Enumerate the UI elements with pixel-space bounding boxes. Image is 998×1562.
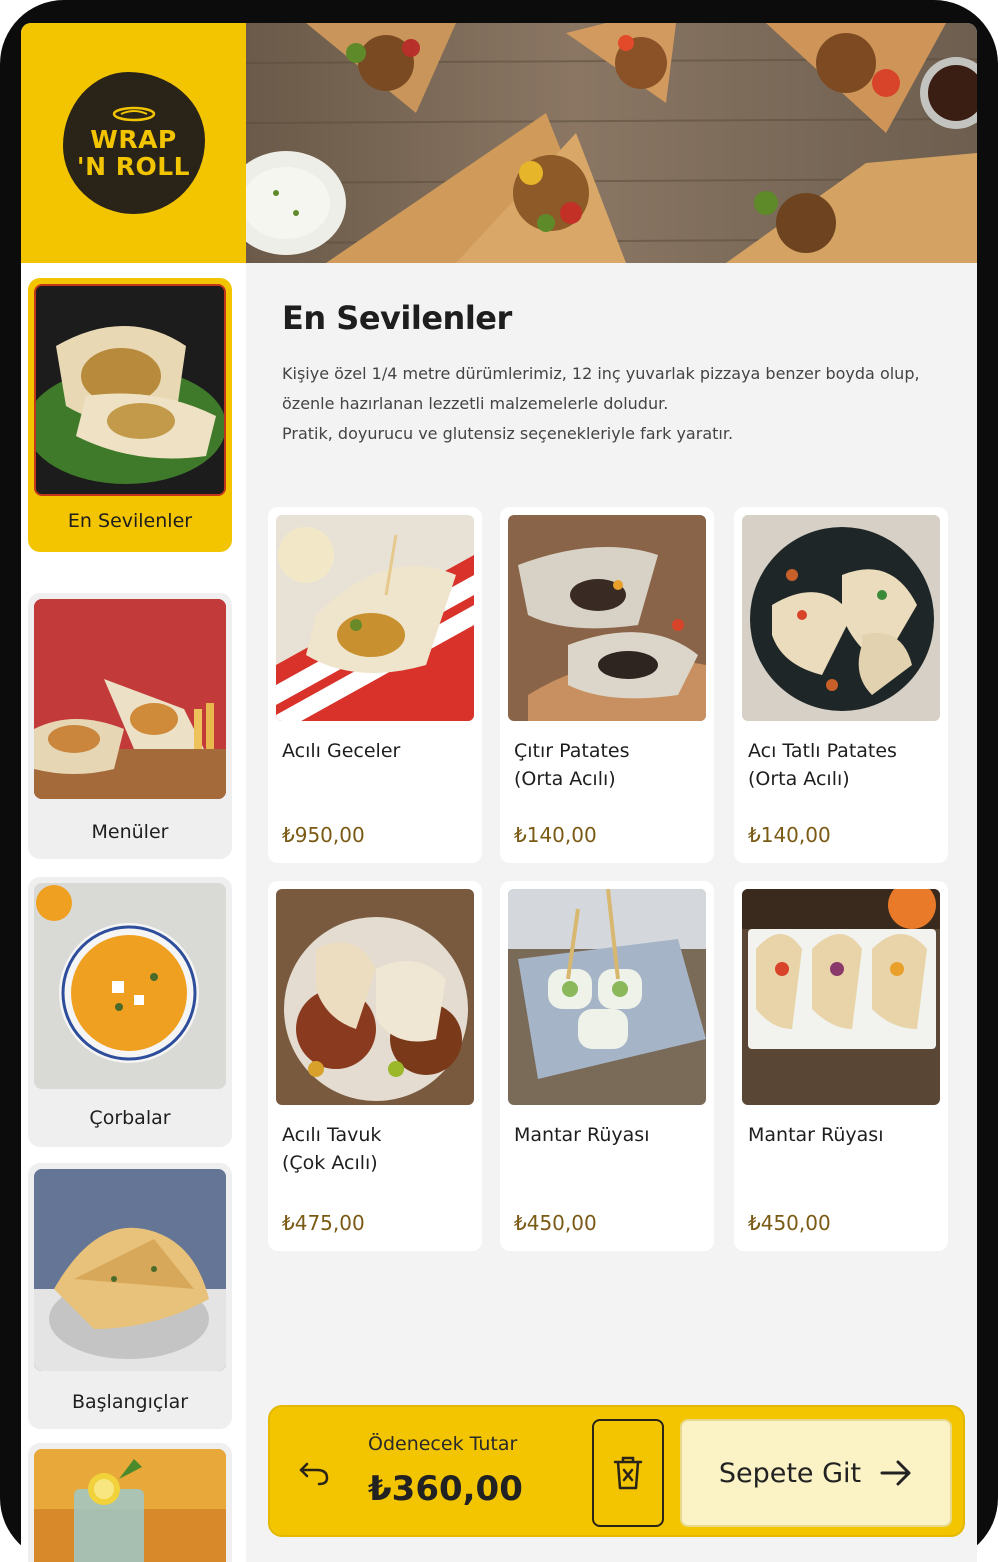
product-card[interactable]: Acılı Tavuk (Çok Acılı) ₺475,00	[268, 881, 482, 1251]
product-name: Acı Tatlı Patates (Orta Acılı)	[748, 740, 897, 790]
product-price: ₺140,00	[748, 823, 831, 847]
category-image-soup	[34, 883, 226, 1089]
brand-logo[interactable]: WRAP 'N ROLL	[62, 72, 205, 214]
product-card[interactable]: Çıtır Patates (Orta Acılı) ₺140,00	[500, 507, 714, 863]
category-item-menuler[interactable]: Menüler	[28, 593, 232, 859]
product-name: Acılı Tavuk (Çok Acılı)	[282, 1124, 382, 1174]
trash-icon	[613, 1456, 643, 1490]
product-image	[508, 515, 706, 721]
wrap-logo-icon	[112, 106, 155, 122]
description-line: özenle hazırlanan lezzetli malzemelerle …	[282, 394, 669, 413]
category-label: Menüler	[91, 821, 169, 843]
main-content: En Sevilenler Kişiye özel 1/4 metre dürü…	[246, 263, 977, 1562]
product-image	[276, 515, 474, 721]
go-to-cart-button[interactable]: Sepete Git	[680, 1419, 952, 1527]
product-price: ₺950,00	[282, 823, 365, 847]
category-label: Başlangıçlar	[71, 1391, 189, 1413]
product-name: Acılı Geceler	[282, 740, 401, 762]
section-description: Kişiye özel 1/4 metre dürümlerimiz, 12 i…	[282, 359, 962, 449]
logo-text-line1: WRAP	[90, 125, 177, 154]
product-card[interactable]: Mantar Rüyası ₺450,00	[500, 881, 714, 1251]
logo-panel: WRAP 'N ROLL	[21, 23, 246, 263]
go-to-cart-label: Sepete Git	[718, 1457, 862, 1489]
category-item-drinks[interactable]	[28, 1443, 232, 1562]
undo-button[interactable]	[294, 1451, 334, 1491]
category-image-wrap	[34, 284, 226, 496]
section-title: En Sevilenler	[282, 299, 512, 337]
category-image-menu	[34, 599, 226, 799]
category-sidebar: En Sevilenler Menüler Çorbalar Başlangıç…	[21, 263, 246, 1562]
product-name: Çıtır Patates (Orta Acılı)	[514, 740, 630, 790]
device-frame: WRAP 'N ROLL En Sevilenler Menüler Çorba…	[0, 0, 998, 1562]
arrow-right-icon	[880, 1460, 911, 1486]
product-image	[742, 889, 940, 1105]
description-line: Pratik, doyurucu ve glutensiz seçenekler…	[282, 424, 734, 443]
category-label: Çorbalar	[89, 1107, 171, 1129]
product-image	[508, 889, 706, 1105]
product-image	[742, 515, 940, 721]
product-name: Mantar Rüyası	[514, 1124, 650, 1146]
description-line: Kişiye özel 1/4 metre dürümlerimiz, 12 i…	[282, 364, 920, 383]
logo-text-line2: 'N ROLL	[76, 152, 191, 181]
category-item-en-sevilenler[interactable]: En Sevilenler	[28, 278, 232, 552]
product-image	[276, 889, 474, 1105]
product-name: Mantar Rüyası	[748, 1124, 884, 1146]
category-item-corbalar[interactable]: Çorbalar	[28, 877, 232, 1147]
product-card[interactable]: Acılı Geceler ₺950,00	[268, 507, 482, 863]
category-label: En Sevilenler	[67, 510, 193, 532]
product-card[interactable]: Mantar Rüyası ₺450,00	[734, 881, 948, 1251]
total-amount: ₺360,00	[368, 1469, 523, 1509]
app-screen: WRAP 'N ROLL En Sevilenler Menüler Çorba…	[21, 23, 977, 1562]
category-image-lemonade	[34, 1449, 226, 1562]
hero-banner-image	[246, 23, 977, 263]
category-image-flatbread	[34, 1169, 226, 1371]
product-price: ₺475,00	[282, 1211, 365, 1235]
product-price: ₺450,00	[748, 1211, 831, 1235]
category-item-baslangiclar[interactable]: Başlangıçlar	[28, 1163, 232, 1429]
undo-arrow-icon	[299, 1462, 329, 1486]
cart-summary-bar: Ödenecek Tutar ₺360,00 Sepete Git	[268, 1405, 965, 1537]
clear-cart-button[interactable]	[592, 1419, 664, 1527]
product-card[interactable]: Acı Tatlı Patates (Orta Acılı) ₺140,00	[734, 507, 948, 863]
total-label: Ödenecek Tutar	[368, 1433, 518, 1455]
product-price: ₺140,00	[514, 823, 597, 847]
product-price: ₺450,00	[514, 1211, 597, 1235]
wraps-hero-illustration	[246, 23, 977, 263]
